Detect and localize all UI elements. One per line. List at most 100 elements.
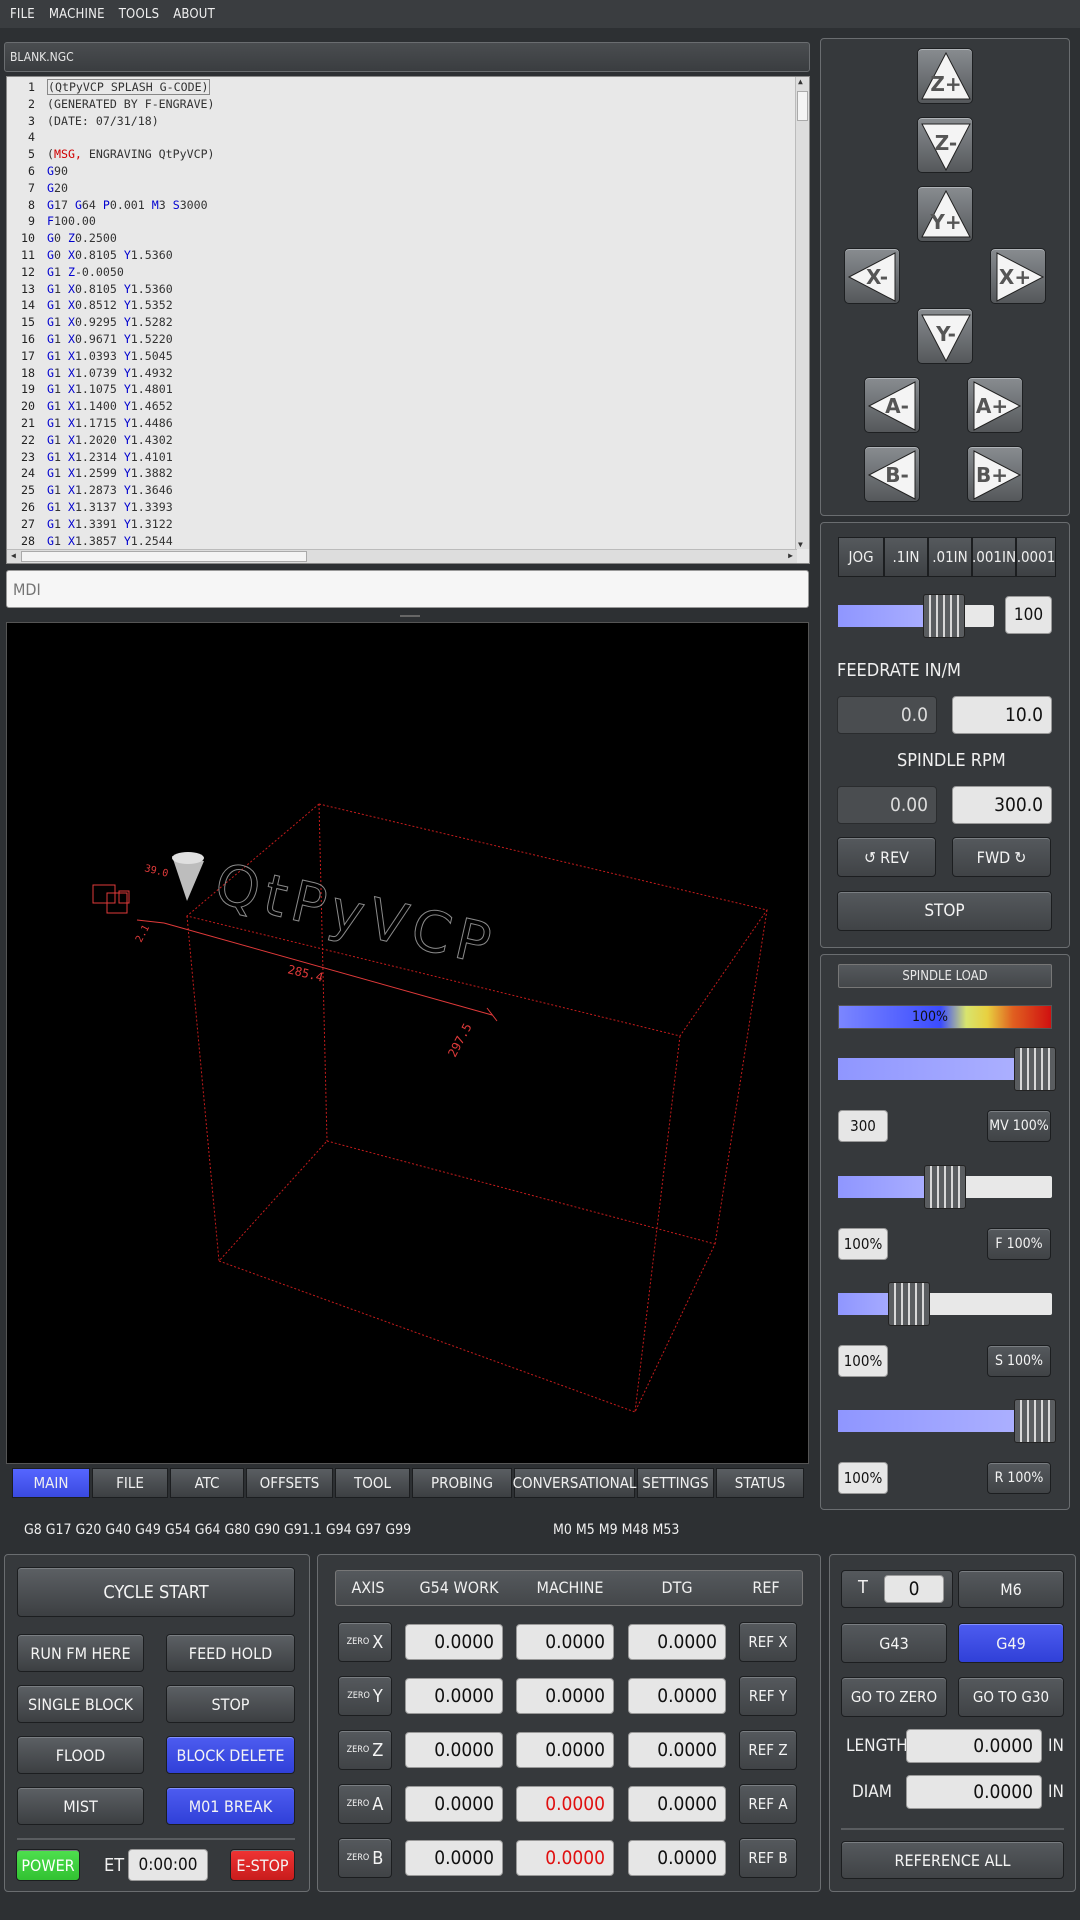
gcode-line[interactable]: 5 (MSG, ENGRAVING QtPyVCP): [7, 147, 797, 164]
g49-button[interactable]: G49: [958, 1623, 1064, 1663]
tab-probing[interactable]: PROBING: [412, 1468, 512, 1498]
gcode-line[interactable]: 6 G90: [7, 164, 797, 181]
gcode-line[interactable]: 16 G1 X0.9671 Y1.5220: [7, 332, 797, 349]
m6-button[interactable]: M6: [958, 1570, 1064, 1608]
gcode-line[interactable]: 1 (QtPyVCP SPLASH G-CODE): [7, 79, 797, 97]
tool-length-field[interactable]: 0.0000: [906, 1729, 1042, 1763]
jog-speed-handle[interactable]: [923, 594, 966, 638]
override-slider-handle[interactable]: [887, 1282, 930, 1326]
override-slider[interactable]: [838, 1399, 1056, 1443]
gcode-line[interactable]: 11 G0 X0.8105 Y1.5360: [7, 248, 797, 265]
go-to-g30-button[interactable]: GO TO G30: [958, 1677, 1064, 1717]
gcode-line[interactable]: 2 (GENERATED BY F-ENGRAVE): [7, 97, 797, 114]
gcode-line[interactable]: 20 G1 X1.1400 Y1.4652: [7, 399, 797, 416]
power-button[interactable]: POWER: [16, 1849, 80, 1881]
gcode-line[interactable]: 23 G1 X1.2314 Y1.4101: [7, 450, 797, 467]
gcode-line[interactable]: 8 G17 G64 P0.001 M3 S3000: [7, 198, 797, 215]
jog-b-minus-button[interactable]: B-: [864, 446, 920, 502]
gcode-line[interactable]: 24 G1 X1.2599 Y1.3882: [7, 466, 797, 483]
gcode-line[interactable]: 12 G1 Z-0.0050: [7, 265, 797, 282]
zero-z-button[interactable]: ZERO Z: [338, 1730, 392, 1770]
override-slider[interactable]: [838, 1047, 1056, 1091]
g43-button[interactable]: G43: [841, 1623, 947, 1663]
menu-tools[interactable]: TOOLS: [119, 7, 160, 22]
zero-a-button[interactable]: ZERO A: [338, 1784, 392, 1824]
run-from-here-button[interactable]: RUN FM HERE: [17, 1634, 144, 1672]
tab-tool[interactable]: TOOL: [335, 1468, 410, 1498]
jog-a-plus-button[interactable]: A+: [967, 377, 1023, 433]
zero-x-button[interactable]: ZERO X: [338, 1622, 392, 1662]
override-reset-button[interactable]: R 100%: [987, 1462, 1051, 1494]
tool-number-field[interactable]: 0: [884, 1575, 944, 1603]
tab-atc[interactable]: ATC: [170, 1468, 244, 1498]
single-block-button[interactable]: SINGLE BLOCK: [17, 1685, 144, 1723]
override-slider[interactable]: [838, 1282, 1052, 1326]
tool-diam-field[interactable]: 0.0000: [906, 1775, 1042, 1809]
flood-button[interactable]: FLOOD: [17, 1736, 144, 1774]
jog-a-minus-button[interactable]: A-: [864, 377, 920, 433]
gcode-line[interactable]: 15 G1 X0.9295 Y1.5282: [7, 315, 797, 332]
jog-x-minus-button[interactable]: X-: [844, 248, 900, 304]
block-delete-button[interactable]: BLOCK DELETE: [166, 1736, 295, 1774]
override-slider[interactable]: [838, 1165, 1052, 1209]
override-slider-handle[interactable]: [924, 1165, 966, 1209]
tab-status[interactable]: STATUS: [716, 1468, 804, 1498]
jog-y-plus-button[interactable]: Y+: [917, 186, 973, 242]
gcode-line[interactable]: 14 G1 X0.8512 Y1.5352: [7, 298, 797, 315]
splitter-handle[interactable]: [400, 615, 420, 617]
gcode-line[interactable]: 17 G1 X1.0393 Y1.5045: [7, 349, 797, 366]
menu-about[interactable]: ABOUT: [173, 7, 215, 22]
backplot-viewer[interactable]: QtPyVCP 285.4 297.5 39.0 2.1: [6, 622, 809, 1464]
jog-z-minus-button[interactable]: Z-: [917, 117, 973, 173]
gcode-line[interactable]: 4: [7, 130, 797, 147]
cycle-start-button[interactable]: CYCLE START: [17, 1567, 295, 1617]
override-reset-button[interactable]: S 100%: [987, 1345, 1051, 1377]
jog-increment-0-01[interactable]: .01IN: [928, 537, 972, 577]
override-reset-button[interactable]: MV 100%: [987, 1110, 1051, 1142]
jog-b-plus-button[interactable]: B+: [967, 446, 1023, 502]
jog-increment-0-0001[interactable]: .0001: [1016, 537, 1056, 577]
spindle-reverse-button[interactable]: ↺ REV: [837, 837, 936, 877]
gcode-line[interactable]: 3 (DATE: 07/31/18): [7, 114, 797, 131]
spindle-rpm-setpoint[interactable]: 300.0: [952, 786, 1052, 824]
estop-button[interactable]: E-STOP: [230, 1849, 295, 1881]
gcode-line[interactable]: 27 G1 X1.3391 Y1.3122: [7, 517, 797, 534]
jog-increment-continuous[interactable]: JOG: [838, 537, 884, 577]
gcode-line[interactable]: 9 F100.00: [7, 214, 797, 231]
zero-b-button[interactable]: ZERO B: [338, 1838, 392, 1878]
tab-conversational[interactable]: CONVERSATIONAL: [513, 1468, 636, 1498]
gcode-line[interactable]: 19 G1 X1.1075 Y1.4801: [7, 382, 797, 399]
ref-a-button[interactable]: REF A: [739, 1784, 797, 1824]
gcode-line[interactable]: 10 G0 Z0.2500: [7, 231, 797, 248]
gcode-line[interactable]: 13 G1 X0.8105 Y1.5360: [7, 282, 797, 299]
gcode-editor[interactable]: 1 (QtPyVCP SPLASH G-CODE) 2 (GENERATED BY F…: [6, 76, 810, 564]
spindle-stop-button[interactable]: STOP: [837, 891, 1052, 931]
editor-horizontal-scrollbar[interactable]: ◀ ▶: [7, 549, 797, 563]
gcode-line[interactable]: 22 G1 X1.2020 Y1.4302: [7, 433, 797, 450]
override-slider-handle[interactable]: [1013, 1399, 1056, 1443]
ref-b-button[interactable]: REF B: [739, 1838, 797, 1878]
gcode-line[interactable]: 26 G1 X1.3137 Y1.3393: [7, 500, 797, 517]
gcode-line[interactable]: 25 G1 X1.2873 Y1.3646: [7, 483, 797, 500]
m01-break-button[interactable]: M01 BREAK: [166, 1787, 295, 1825]
jog-increment-0-001[interactable]: .001IN: [972, 537, 1016, 577]
stop-button[interactable]: STOP: [166, 1685, 295, 1723]
gcode-line[interactable]: 7 G20: [7, 181, 797, 198]
zero-y-button[interactable]: ZERO Y: [338, 1676, 392, 1716]
jog-x-plus-button[interactable]: X+: [990, 248, 1046, 304]
ref-y-button[interactable]: REF Y: [739, 1676, 797, 1716]
tab-offsets[interactable]: OFFSETS: [246, 1468, 333, 1498]
tab-main[interactable]: MAIN: [12, 1468, 90, 1498]
feedrate-setpoint[interactable]: 10.0: [952, 696, 1052, 734]
reference-all-button[interactable]: REFERENCE ALL: [841, 1841, 1064, 1879]
editor-vertical-scrollbar[interactable]: ▲ ▼: [795, 77, 809, 549]
jog-speed-slider[interactable]: [838, 594, 994, 638]
jog-y-minus-button[interactable]: Y-: [917, 308, 973, 364]
tab-settings[interactable]: SETTINGS: [637, 1468, 714, 1498]
ref-z-button[interactable]: REF Z: [739, 1730, 797, 1770]
go-to-zero-button[interactable]: GO TO ZERO: [841, 1677, 947, 1717]
gcode-line[interactable]: 18 G1 X1.0739 Y1.4932: [7, 366, 797, 383]
menu-machine[interactable]: MACHINE: [49, 7, 105, 22]
jog-z-plus-button[interactable]: Z+: [917, 48, 973, 104]
spindle-forward-button[interactable]: FWD ↻: [952, 837, 1051, 877]
